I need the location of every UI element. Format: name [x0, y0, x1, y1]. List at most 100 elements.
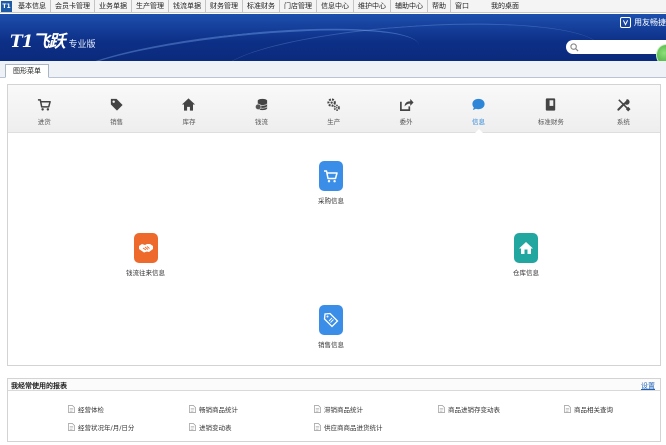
document-icon: [189, 405, 196, 413]
nav-label: 委外: [399, 118, 413, 126]
tile-warehouse-info[interactable]: 仓库信息: [513, 233, 539, 277]
report-link[interactable]: 进销变动表: [189, 422, 232, 432]
nav-label: 系统: [616, 118, 630, 126]
cart-icon: [324, 170, 338, 183]
tile-sales-info[interactable]: 销售信息: [318, 305, 344, 349]
menu-help[interactable]: 帮助: [428, 0, 451, 12]
nav-label: 信息: [472, 118, 486, 126]
report-link[interactable]: 滞销商品统计: [314, 404, 363, 414]
report-label: 经营体检: [78, 406, 104, 414]
brand: T1飞跃 专业版: [10, 27, 96, 52]
menu-maintenance[interactable]: 维护中心: [354, 0, 391, 12]
report-link[interactable]: 商品进销存变动表: [438, 404, 500, 414]
tile-icon-bg: [514, 233, 538, 263]
nav-outsource[interactable]: 委外: [370, 85, 442, 133]
tile-cash-flow-info[interactable]: 钱流往来信息: [126, 233, 165, 277]
nav-standard-finance[interactable]: 标准财务: [515, 85, 587, 133]
menu-aux-center[interactable]: 辅助中心: [391, 0, 428, 12]
tools-icon: [617, 99, 631, 112]
report-label: 供应商商品进货统计: [324, 424, 383, 432]
app-logo-icon[interactable]: T1: [1, 0, 12, 12]
house-icon: [519, 242, 533, 254]
report-link[interactable]: 商品相关查询: [564, 404, 613, 414]
chat-icon: [472, 98, 485, 111]
report-link[interactable]: 经营体检: [68, 404, 104, 414]
active-indicator: [473, 129, 484, 134]
tile-icon-bg: [319, 305, 343, 335]
document-icon: [68, 405, 75, 413]
nav-label: 标准财务: [537, 118, 564, 126]
tile-icon-bg: [133, 233, 158, 263]
nav-label: 生产: [327, 118, 341, 126]
menu-store[interactable]: 门店管理: [280, 0, 317, 12]
nav-cash-flow[interactable]: 钱流: [225, 85, 297, 133]
nav-inventory[interactable]: 库存: [153, 85, 225, 133]
nav-label: 钱流: [254, 118, 268, 126]
sale-tag-icon: [323, 312, 339, 328]
home-icon: [182, 98, 196, 111]
tile-label: 仓库信息: [513, 269, 539, 277]
share-icon: [399, 98, 414, 111]
cart-icon: [37, 99, 51, 111]
nav-label: 销售: [110, 118, 124, 126]
report-label: 经营状况年/月/日分: [78, 424, 135, 432]
document-icon: [68, 423, 75, 431]
gears-icon: [327, 98, 341, 111]
menu-cash-docs[interactable]: 钱流单据: [169, 0, 206, 12]
menu-basic-info[interactable]: 基本信息: [14, 0, 51, 12]
tab-strip: 图形菜单: [0, 61, 666, 78]
report-link[interactable]: 经营状况年/月/日分: [68, 422, 134, 432]
tile-label: 销售信息: [318, 341, 344, 349]
menu-production[interactable]: 生产管理: [132, 0, 169, 12]
menu-my-desktop[interactable]: 我的桌面: [487, 0, 523, 12]
nav-production[interactable]: 生产: [298, 85, 370, 133]
nav-label: 进货: [37, 118, 51, 126]
document-icon: [564, 405, 571, 413]
nav-info[interactable]: 信息: [442, 85, 514, 134]
tile-label: 采购信息: [318, 197, 344, 205]
module-nav-bar: 进货 销售 库存 钱流 生产 委外 信息 标准财务 系统: [8, 85, 660, 134]
document-icon: [314, 405, 321, 413]
document-icon: [438, 405, 445, 413]
menu-info-center[interactable]: 信息中心: [317, 0, 354, 12]
nav-label: 库存: [182, 118, 196, 126]
report-label: 畅销商品统计: [199, 406, 238, 414]
report-link[interactable]: 供应商商品进货统计: [314, 422, 383, 432]
search-icon: [570, 42, 579, 52]
header-banner: T1飞跃 专业版 用友畅捷: [0, 14, 666, 61]
menu-bar: T1 基本信息 会员卡管理 业务单据 生产管理 钱流单据 财务管理 标准财务 门…: [0, 0, 666, 13]
menu-member-card[interactable]: 会员卡管理: [51, 0, 95, 12]
brand-logo: T1飞跃: [10, 32, 65, 52]
report-link[interactable]: 畅销商品统计: [189, 404, 238, 414]
tile-label: 钱流往来信息: [126, 269, 165, 277]
graphic-menu-panel: 进货 销售 库存 钱流 生产 委外 信息 标准财务 系统 采购信息 钱流往来信息…: [7, 84, 661, 366]
search-box[interactable]: [566, 40, 666, 54]
frequent-reports-panel: 我经常使用的报表 设置 经营体检 畅销商品统计 滞销商品统计 商品进销存变动表 …: [7, 378, 661, 442]
menu-standard-finance[interactable]: 标准财务: [243, 0, 280, 12]
search-input[interactable]: [579, 41, 659, 53]
tab-graphic-menu[interactable]: 图形菜单: [5, 64, 49, 78]
reports-header: 我经常使用的报表 设置: [8, 379, 660, 391]
report-label: 进销变动表: [199, 424, 232, 432]
vendor-link[interactable]: 用友畅捷: [620, 17, 666, 28]
tile-purchase-info[interactable]: 采购信息: [318, 161, 344, 205]
tile-icon-bg: [319, 161, 343, 191]
book-icon: [546, 98, 556, 111]
coins-icon: [254, 98, 268, 111]
menu-business-docs[interactable]: 业务单据: [95, 0, 132, 12]
document-icon: [189, 423, 196, 431]
menu-finance[interactable]: 财务管理: [206, 0, 243, 12]
nav-system[interactable]: 系统: [587, 85, 659, 133]
reports-title: 我经常使用的报表: [11, 382, 67, 390]
report-label: 商品进销存变动表: [448, 406, 500, 414]
tag-icon: [110, 98, 123, 111]
reports-settings-link[interactable]: 设置: [641, 381, 655, 391]
nav-purchase[interactable]: 进货: [8, 85, 80, 133]
nav-sales[interactable]: 销售: [80, 85, 152, 133]
handshake-icon: [138, 244, 153, 253]
report-label: 商品相关查询: [574, 406, 613, 414]
document-icon: [314, 423, 321, 431]
vendor-name: 用友畅捷: [634, 18, 666, 27]
report-label: 滞销商品统计: [324, 406, 363, 414]
menu-window[interactable]: 窗口: [451, 0, 473, 12]
